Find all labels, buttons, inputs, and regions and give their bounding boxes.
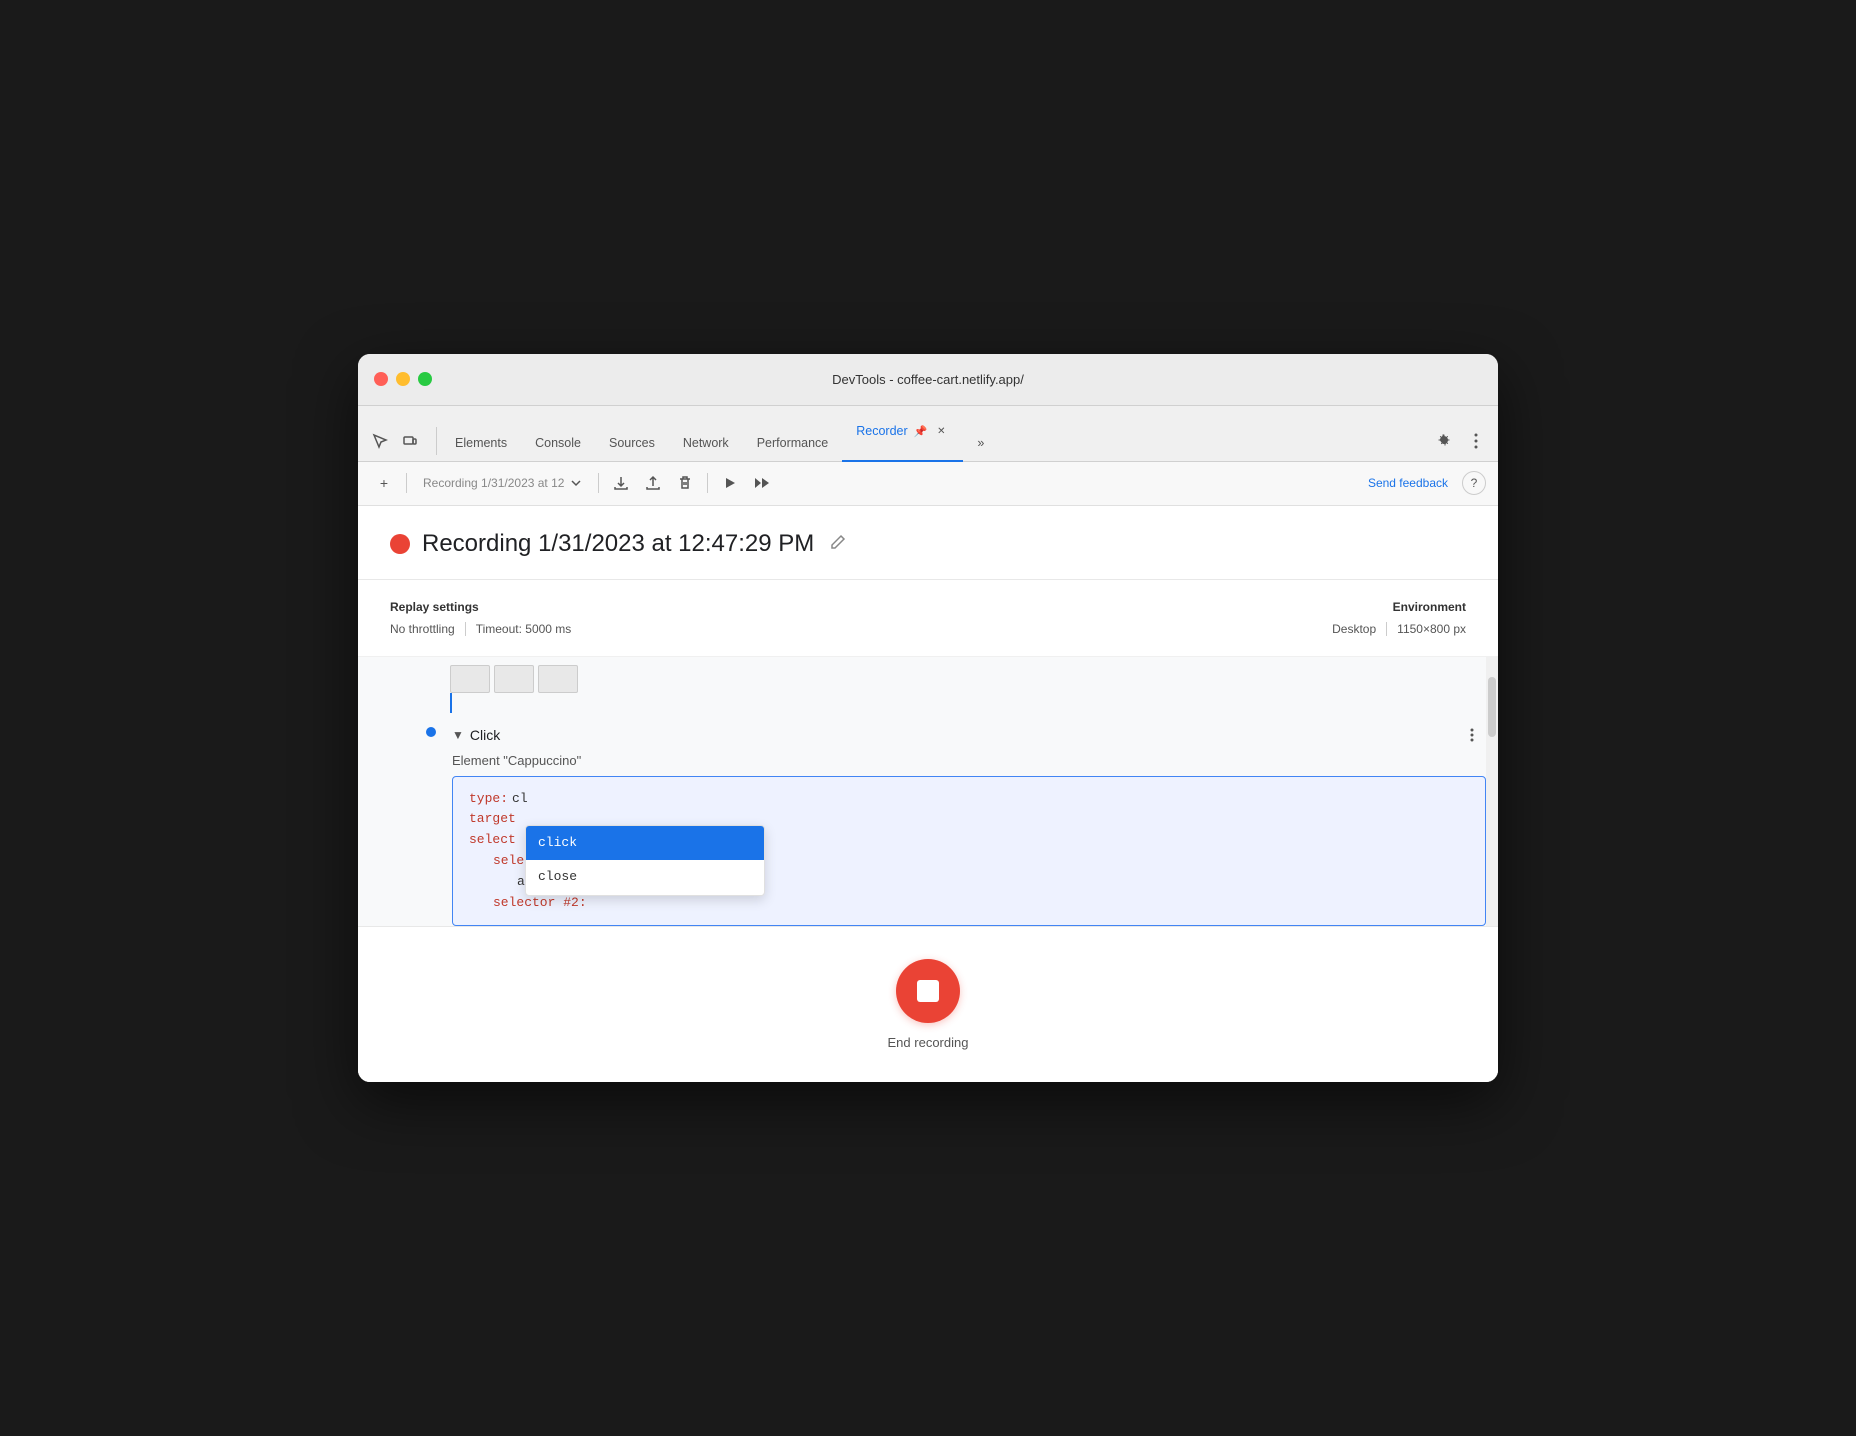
recorder-pin-icon: 📌 <box>914 425 928 438</box>
inspect-icon[interactable] <box>366 427 394 455</box>
steps-container: ▼ Click Element "Cappuccino" <box>358 657 1498 927</box>
window-title: DevTools - coffee-cart.netlify.app/ <box>832 372 1024 387</box>
step-dot <box>426 727 436 737</box>
devtools-tool-icons <box>366 427 437 455</box>
slow-replay-button[interactable] <box>748 469 776 497</box>
autocomplete-dropdown[interactable]: click close <box>525 825 765 897</box>
help-button[interactable]: ? <box>1462 471 1486 495</box>
replay-button[interactable] <box>716 469 744 497</box>
recording-selector[interactable]: Recording 1/31/2023 at 12 <box>415 472 590 494</box>
scrollbar-thumb[interactable] <box>1488 677 1496 737</box>
replay-settings-label: Replay settings <box>390 600 571 614</box>
replay-settings-left: Replay settings No throttling Timeout: 5… <box>390 600 571 636</box>
minimize-button[interactable] <box>396 372 410 386</box>
close-button[interactable] <box>374 372 388 386</box>
step-header: ▼ Click <box>452 721 1486 749</box>
code-editor[interactable]: type: cl target select selector #1: <box>452 776 1486 927</box>
import-button[interactable] <box>639 469 667 497</box>
devtools-right-icons <box>1430 427 1490 461</box>
environment-label: Environment <box>1332 600 1466 614</box>
code-type-key: type: <box>469 789 508 810</box>
thumbnail-3 <box>538 665 578 693</box>
toolbar-divider-2 <box>598 473 599 493</box>
step-more-button[interactable] <box>1458 721 1486 749</box>
send-feedback-button[interactable]: Send feedback <box>1362 472 1454 494</box>
recording-title: Recording 1/31/2023 at 12:47:29 PM <box>422 530 814 558</box>
scrollbar[interactable] <box>1486 657 1498 927</box>
toolbar-divider <box>406 473 407 493</box>
thumbnail-1 <box>450 665 490 693</box>
stop-icon <box>917 980 939 1002</box>
timeout-value[interactable]: Timeout: 5000 ms <box>476 622 572 636</box>
env-resolution[interactable]: 1150×800 px <box>1397 622 1466 636</box>
recorder-tab-close[interactable]: ✕ <box>933 423 949 439</box>
settings-icon[interactable] <box>1430 427 1458 455</box>
replay-settings-values: No throttling Timeout: 5000 ms <box>390 622 571 636</box>
step-type-label: ▼ Click <box>452 727 500 743</box>
step-target: Element "Cappuccino" <box>452 753 1486 768</box>
thumbnail-2 <box>494 665 534 693</box>
devtools-window: DevTools - coffee-cart.netlify.app/ Elem… <box>358 354 1498 1083</box>
code-selectors-key: select <box>469 830 516 851</box>
throttling-value[interactable]: No throttling <box>390 622 455 636</box>
title-bar: DevTools - coffee-cart.netlify.app/ <box>358 354 1498 406</box>
step-click: ▼ Click Element "Cappuccino" <box>410 713 1486 927</box>
tab-more[interactable]: » <box>963 407 998 462</box>
env-type[interactable]: Desktop <box>1332 622 1376 636</box>
stop-recording-button[interactable] <box>896 959 960 1023</box>
step-chevron-icon[interactable]: ▼ <box>452 728 464 742</box>
thumbnail-strip <box>390 657 1486 693</box>
tab-sources[interactable]: Sources <box>595 407 669 462</box>
delete-button[interactable] <box>671 469 699 497</box>
toolbar-divider-3 <box>707 473 708 493</box>
step-content: ▼ Click Element "Cappuccino" <box>452 721 1486 927</box>
dropdown-chevron-icon <box>570 477 582 489</box>
settings-divider <box>465 622 466 636</box>
end-recording-label: End recording <box>888 1035 969 1050</box>
device-toggle-icon[interactable] <box>396 427 424 455</box>
main-content: Recording 1/31/2023 at 12:47:29 PM Repla… <box>358 506 1498 1083</box>
code-target-key: target <box>469 809 516 830</box>
tab-console[interactable]: Console <box>521 407 595 462</box>
record-indicator <box>390 534 410 554</box>
edit-recording-name-icon[interactable] <box>826 530 850 559</box>
tab-elements[interactable]: Elements <box>441 407 521 462</box>
autocomplete-item-click[interactable]: click <box>526 826 764 861</box>
replay-settings-section: Replay settings No throttling Timeout: 5… <box>358 580 1498 657</box>
toolbar-right: Send feedback ? <box>1362 471 1486 495</box>
autocomplete-item-close[interactable]: close <box>526 860 764 895</box>
env-settings-divider <box>1386 622 1387 636</box>
environment-values: Desktop 1150×800 px <box>1332 622 1466 636</box>
devtools-tab-bar: Elements Console Sources Network Perform… <box>358 406 1498 462</box>
environment-section: Environment Desktop 1150×800 px <box>1332 600 1466 636</box>
code-line-type: type: cl <box>469 789 1469 810</box>
tab-network[interactable]: Network <box>669 407 743 462</box>
end-recording-area: End recording <box>358 926 1498 1082</box>
export-button[interactable] <box>607 469 635 497</box>
recording-header: Recording 1/31/2023 at 12:47:29 PM <box>358 506 1498 580</box>
code-type-value[interactable]: cl <box>512 789 528 810</box>
recorder-toolbar: + Recording 1/31/2023 at 12 <box>358 462 1498 506</box>
timeline-connector <box>450 693 452 713</box>
new-recording-button[interactable]: + <box>370 469 398 497</box>
more-options-icon[interactable] <box>1462 427 1490 455</box>
maximize-button[interactable] <box>418 372 432 386</box>
tab-performance[interactable]: Performance <box>743 407 843 462</box>
tab-recorder[interactable]: Recorder 📌 ✕ <box>842 407 963 462</box>
traffic-lights <box>374 372 432 386</box>
